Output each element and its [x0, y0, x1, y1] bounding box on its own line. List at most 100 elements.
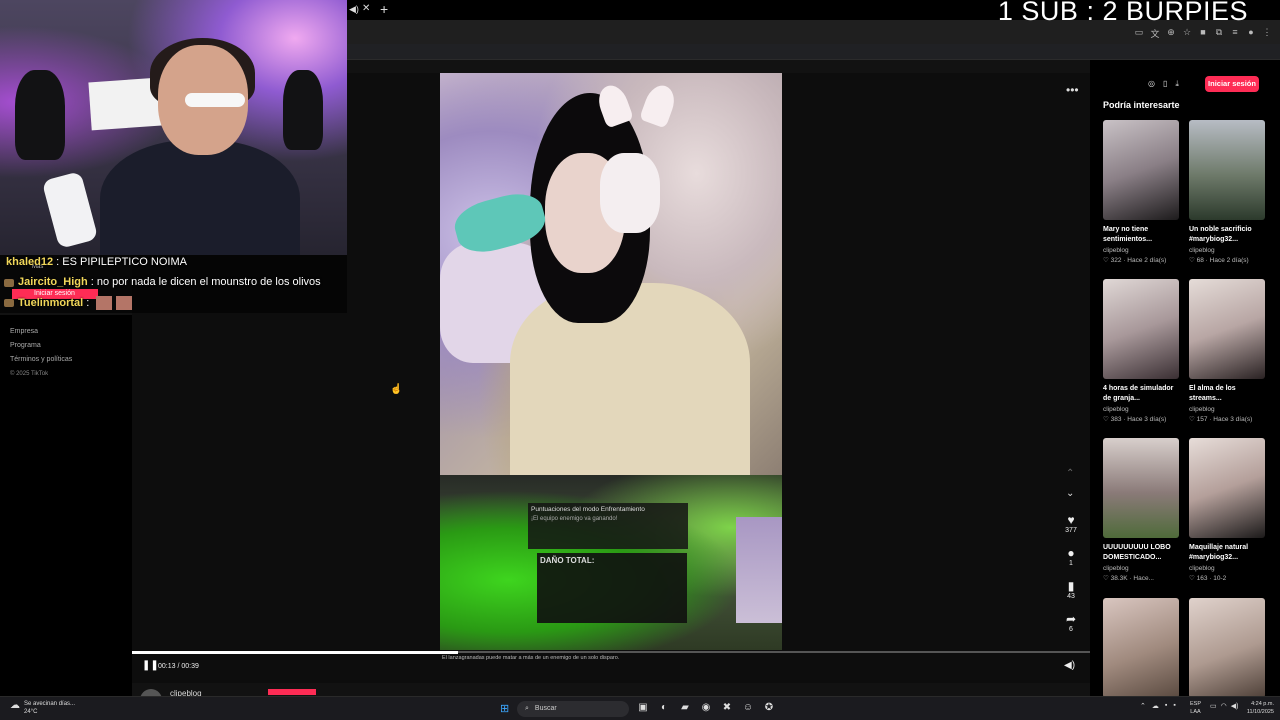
footer-link-empresa[interactable]: Empresa — [10, 325, 72, 339]
rec-meta: ♡ 157 · Hace 3 día(s) — [1189, 416, 1253, 423]
chat-text: : — [83, 296, 90, 309]
follow-button[interactable] — [268, 689, 316, 695]
system-tray: ⌃ ☁ ▪ ▪ — [1140, 702, 1176, 710]
save-count: 43 — [1067, 593, 1075, 600]
volume-icon[interactable]: ◀) — [1064, 660, 1075, 671]
action-bar: ♥ 377 ● 1 ▮ 43 ➦ 6 — [1057, 513, 1085, 645]
weather-icon: ☁ — [10, 700, 20, 711]
video-caption: El lanzagranadas puede matar a más de un… — [442, 655, 620, 661]
footer-link-terms[interactable]: Términos y políticas — [10, 353, 72, 367]
cat-statue-left — [15, 70, 65, 160]
rec-thumbnail — [1189, 438, 1265, 538]
windows-start-icon[interactable]: ⊞ — [500, 702, 509, 715]
new-tab-icon[interactable]: + — [380, 1, 388, 17]
download-icon[interactable]: ⤓ — [1175, 79, 1179, 89]
app-tray2-icon[interactable]: ▪ — [1173, 702, 1175, 710]
edge-icon[interactable]: ◐ — [657, 702, 671, 713]
discord-icon[interactable]: ☺ — [741, 702, 755, 713]
rec-meta: ♡ 322 · Hace 2 día(s) — [1103, 257, 1167, 264]
chat-text: : no por nada le dicen el mounstro de lo… — [87, 276, 321, 288]
clock-time: 4:24 p.m. — [1251, 701, 1274, 707]
comment-count: 1 — [1069, 560, 1073, 567]
left-nav: Empresa Programa Términos y políticas © … — [0, 315, 132, 696]
bookmark-star-icon[interactable]: ☆ — [1182, 27, 1192, 40]
compass-icon[interactable]: ◎ — [1148, 79, 1155, 89]
rec-title: Maquillaje natural #marybiog32... — [1189, 544, 1249, 561]
weather-widget[interactable]: ☁ Se avecinan días... 24°C — [10, 700, 75, 716]
rec-card[interactable] — [1103, 598, 1179, 698]
chevron-up-icon[interactable]: ⌃ — [1140, 702, 1146, 710]
cast-icon[interactable]: ▭ — [1134, 27, 1144, 40]
task-view-icon[interactable]: ▣ — [636, 702, 650, 713]
lang-layout: LAA — [1190, 709, 1201, 715]
rec-card[interactable]: Maquillaje natural #marybiog32... clipeb… — [1189, 438, 1265, 582]
taskbar: ☁ Se avecinan días... 24°C ⊞ ⌕ Buscar ▣ ◐… — [0, 696, 1280, 720]
cloud-icon[interactable]: ☁ — [1152, 702, 1159, 710]
rec-thumbnail — [1103, 279, 1179, 379]
app2-icon[interactable]: ✪ — [762, 702, 776, 713]
menu-icon[interactable]: ≡ — [1230, 27, 1240, 40]
stream-chat: Más Iniciar sesión khaled12 : ES PIPILEP… — [0, 255, 347, 313]
chat-message: Jaircito_High : no por nada le dicen el … — [4, 276, 321, 288]
translate-icon[interactable]: 文 — [1150, 27, 1160, 40]
save-button[interactable]: ▮ 43 — [1057, 579, 1085, 612]
chevron-up-icon[interactable]: ⌃ — [1066, 468, 1074, 479]
headphone-ear-right — [639, 81, 679, 129]
extension-icon[interactable]: ■ — [1198, 27, 1208, 40]
rec-author: clipeblog — [1103, 565, 1129, 572]
streamer-body — [100, 140, 300, 255]
share-button[interactable]: ➦ 6 — [1057, 612, 1085, 645]
like-button[interactable]: ♥ 377 — [1057, 513, 1085, 546]
language-indicator[interactable]: ESP LAA — [1190, 700, 1201, 716]
rec-card[interactable]: Un noble sacrificio #marybiog32... clipe… — [1189, 120, 1265, 264]
rec-meta: ♡ 383 · Hace 3 día(s) — [1103, 416, 1167, 423]
scoreboard-title: Puntuaciones del modo Enfrentamiento — [531, 506, 645, 513]
emote-icon — [116, 296, 133, 310]
app-icon[interactable]: ✖ — [720, 702, 734, 713]
rec-card[interactable] — [1189, 598, 1265, 698]
app-tray-icon[interactable]: ▪ — [1165, 702, 1167, 710]
rec-meta: ♡ 68 · Hace 2 día(s) — [1189, 257, 1249, 264]
share-icon: ➦ — [1065, 612, 1077, 626]
rec-author: clipeblog — [1189, 406, 1215, 413]
comment-button[interactable]: ● 1 — [1057, 546, 1085, 579]
weather-line1: Se avecinan días... — [24, 701, 76, 707]
rec-thumbnail — [1189, 598, 1265, 698]
folder-icon[interactable]: ▰ — [678, 702, 692, 713]
like-count: 377 — [1065, 527, 1077, 534]
footer-link-programa[interactable]: Programa — [10, 339, 72, 353]
taskbar-search[interactable]: ⌕ Buscar — [517, 701, 629, 717]
pause-icon[interactable]: ❚❚ — [142, 660, 159, 671]
clock[interactable]: 4:24 p.m. 11/10/2025 — [1238, 700, 1274, 716]
puzzle-icon[interactable]: ⧉ — [1214, 27, 1224, 40]
rec-card[interactable]: UUUUUUUUU LOBO DOMESTICADO... clipeblog … — [1103, 438, 1179, 582]
more-icon[interactable]: ⋮ — [1262, 27, 1272, 40]
copyright: © 2025 TikTok — [10, 371, 49, 377]
scoreboard: Puntuaciones del modo Enfrentamiento ¡El… — [528, 503, 688, 549]
rec-author: clipeblog — [1103, 406, 1129, 413]
more-options-icon[interactable]: ••• — [1066, 83, 1079, 97]
tab-close-icon[interactable]: ✕ — [362, 3, 370, 14]
footer-links: Empresa Programa Términos y políticas © … — [10, 325, 72, 381]
phone-icon[interactable]: ▯ — [1163, 79, 1167, 89]
sweater-shape — [510, 283, 750, 483]
chrome-icon[interactable]: ◉ — [699, 702, 713, 713]
speaker-icon[interactable]: ◀) — [349, 4, 359, 15]
cat-statue-right — [283, 70, 323, 150]
damage-panel: DAÑO TOTAL: — [537, 553, 687, 623]
rec-meta: ♡ 163 · 10-2 — [1189, 575, 1227, 582]
login-button[interactable]: Iniciar sesión — [1205, 76, 1259, 92]
chat-text: : ES PIPILEPTICO NOIMA — [53, 256, 187, 268]
video-player[interactable]: Puntuaciones del modo Enfrentamiento ¡El… — [440, 73, 782, 650]
streamer-microphone — [41, 171, 99, 249]
wifi-icon[interactable]: ◠ — [1221, 702, 1227, 710]
rec-title: 4 horas de simulador de granja... — [1103, 385, 1174, 402]
monitor-icon[interactable]: ▭ — [1210, 702, 1217, 710]
chevron-down-icon[interactable]: ⌄ — [1066, 488, 1074, 499]
rec-card[interactable]: 4 horas de simulador de granja... clipeb… — [1103, 279, 1179, 423]
panel-title: Podría interesarte — [1103, 100, 1180, 110]
zoom-icon[interactable]: ⊕ — [1166, 27, 1176, 40]
rec-card[interactable]: Mary no tiene sentimientos... clipeblog … — [1103, 120, 1179, 264]
rec-card[interactable]: El alma de los streams... clipeblog ♡ 15… — [1189, 279, 1265, 423]
profile-icon[interactable]: ● — [1246, 27, 1256, 40]
